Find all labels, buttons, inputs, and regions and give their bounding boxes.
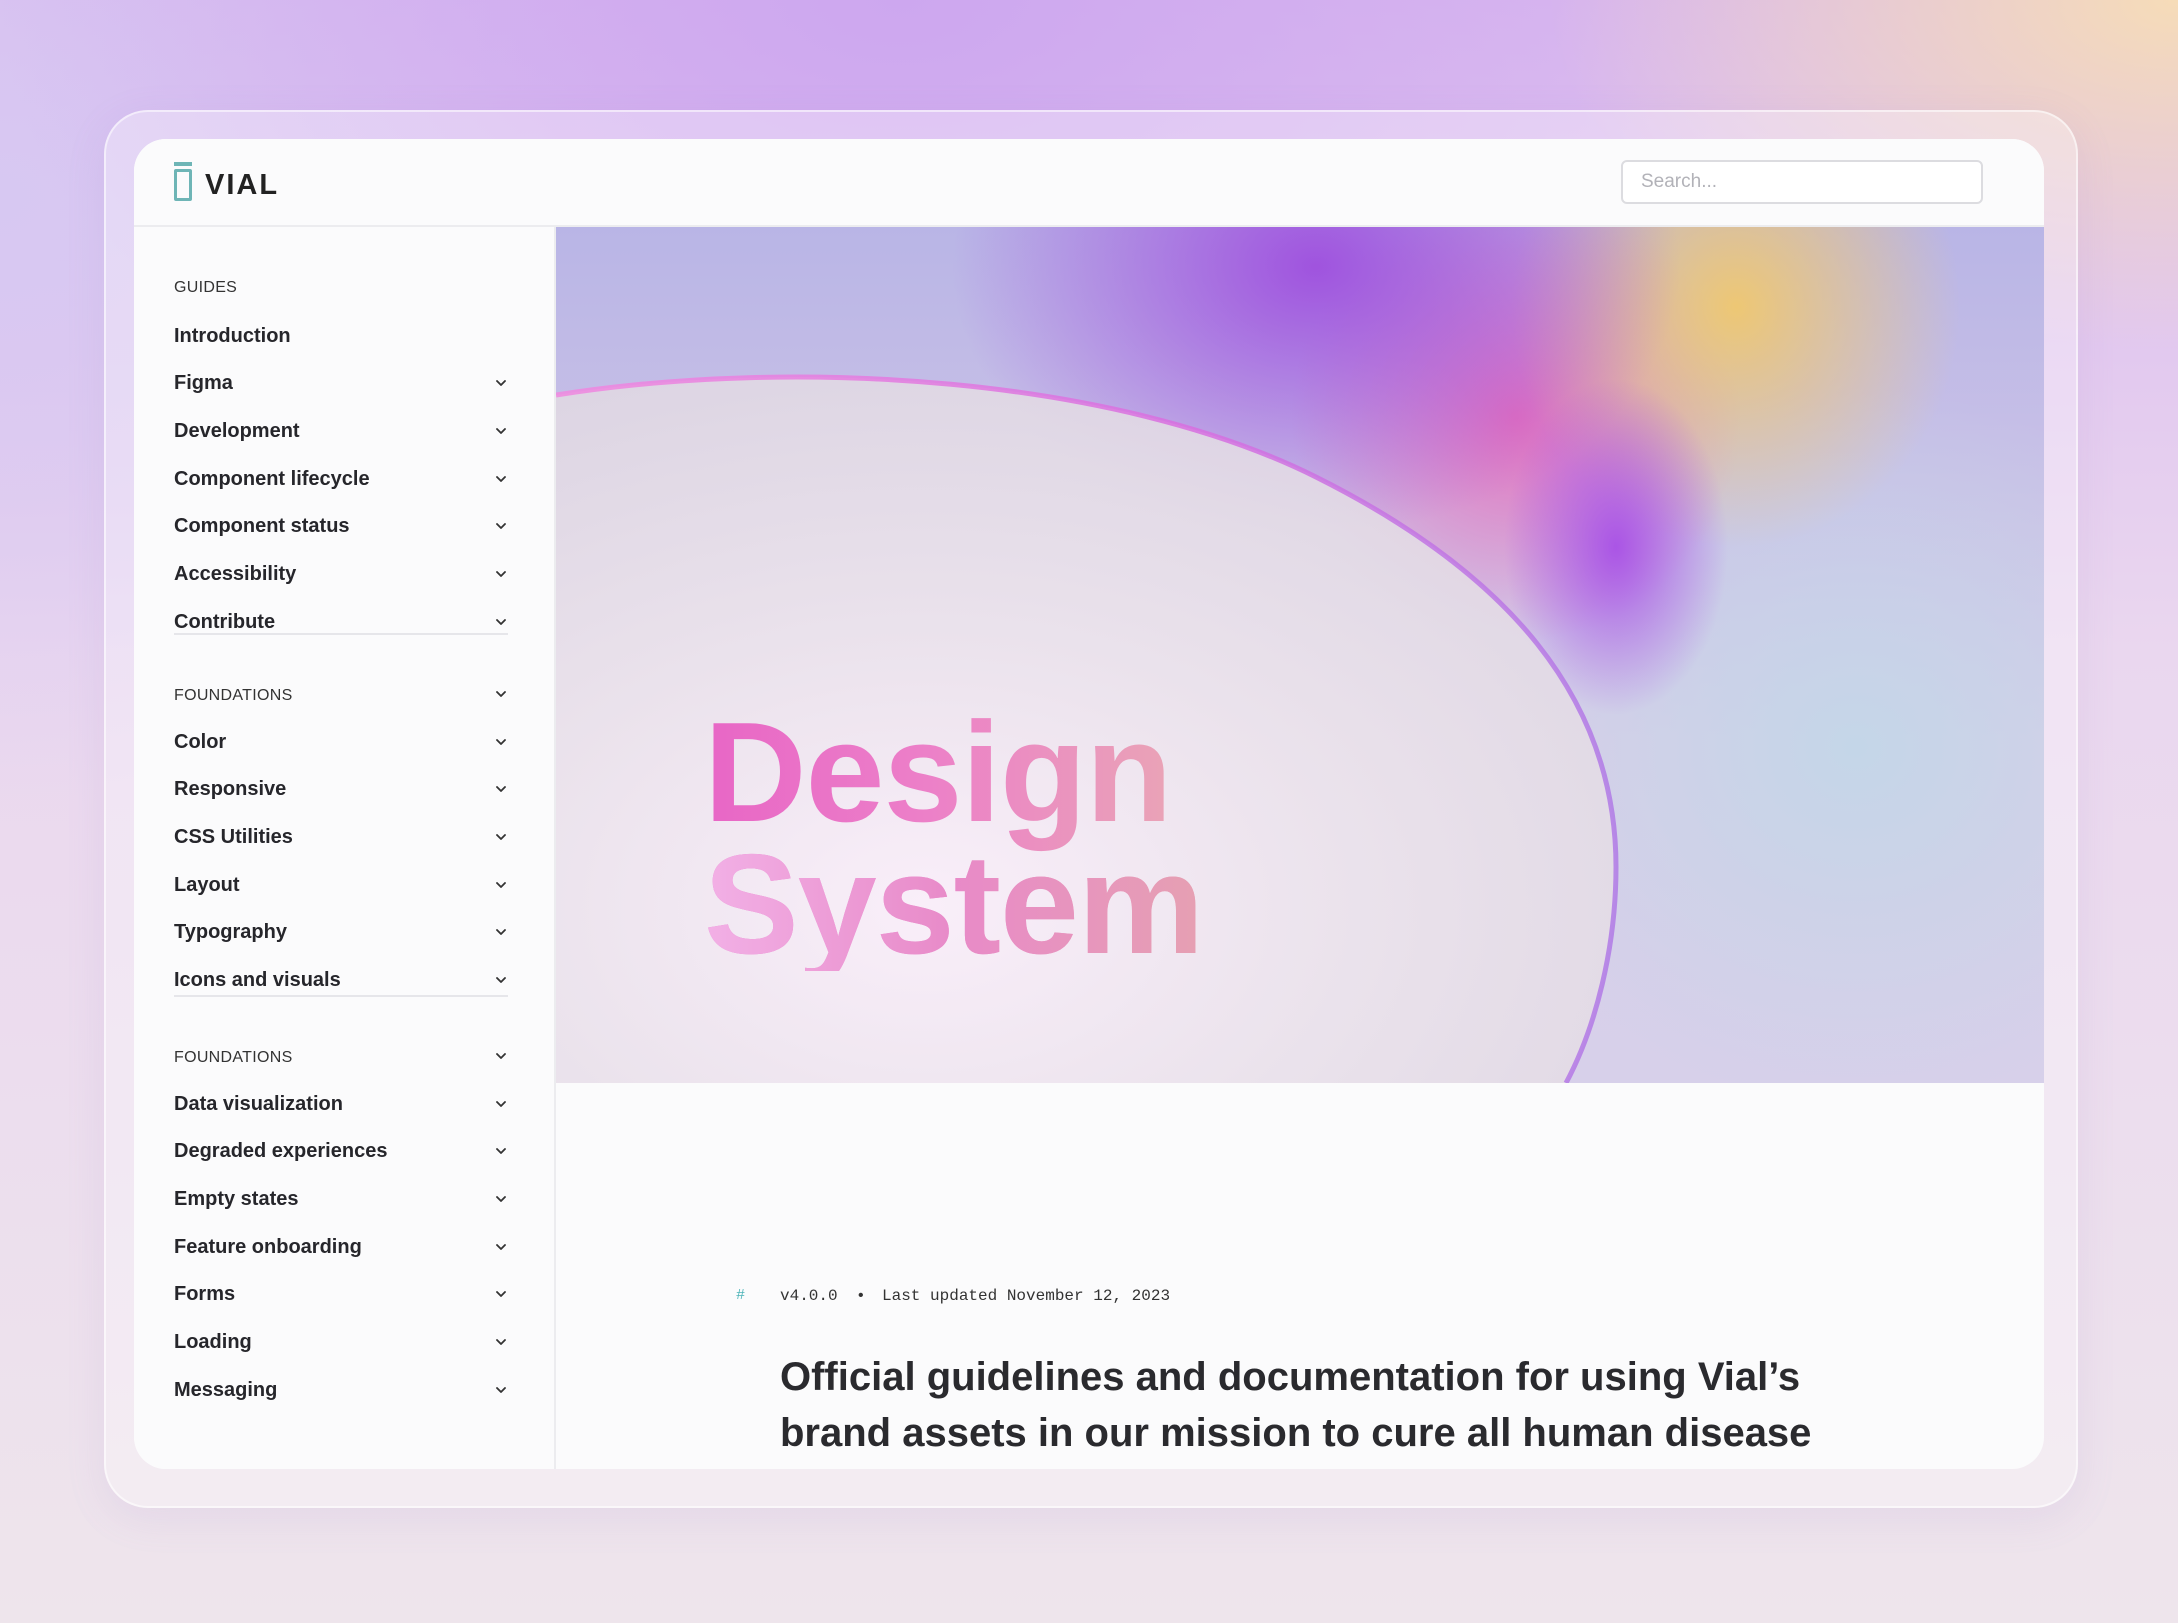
chevron-down-icon[interactable] [494,520,508,534]
sidebar-section-heading[interactable]: FOUNDATIONS [174,1049,508,1067]
chevron-down-icon[interactable] [494,735,508,749]
sidebar-item-feature-onboarding[interactable]: Feature onboarding [174,1230,508,1264]
hero-title-line2: System [704,825,1204,984]
app-window: VIAL GUIDES Introduction Figma Development C… [134,139,2044,1469]
hero-title-line1: Design [704,693,1172,852]
chevron-down-icon[interactable] [494,615,508,629]
sidebar-item-typography[interactable]: Typography [174,916,508,950]
sidebar: GUIDES Introduction Figma Development Compon… [134,227,556,1469]
sidebar-item-label: Empty states [174,1187,299,1210]
chevron-down-icon[interactable] [494,1097,508,1111]
sidebar-item-label: Component lifecycle [174,467,370,490]
sidebar-item-figma[interactable]: Figma [174,367,508,401]
sidebar-item-responsive[interactable]: Responsive [174,773,508,807]
sidebar-item-css-utilities[interactable]: CSS Utilities [174,820,508,854]
sidebar-item-label: Component status [174,515,350,538]
hero-banner: Design System [556,227,2044,1083]
sidebar-item-data-visualization[interactable]: Data visualization [174,1087,508,1121]
section-heading-label: GUIDES [174,279,238,296]
sidebar-item-label: Color [174,730,227,753]
last-updated: Last updated November 12, 2023 [882,1287,1171,1305]
sidebar-item-label: Icons and visuals [174,969,341,991]
chevron-down-icon[interactable] [494,1383,508,1397]
section-heading-label: FOUNDATIONS [174,687,293,704]
hero-title: Design System [704,693,1204,984]
sidebar-item-loading[interactable]: Loading [174,1326,508,1360]
chevron-down-icon [494,687,508,701]
sidebar-item-label: Contribute [174,610,276,633]
chevron-down-icon [494,1049,508,1063]
sidebar-item-label: Introduction [174,324,291,347]
sidebar-item-label: Responsive [174,778,287,801]
brand-name: VIAL [205,168,280,201]
sidebar-item-degraded-experiences[interactable]: Degraded experiences [174,1135,508,1169]
chevron-down-icon[interactable] [494,830,508,844]
sidebar-item-label: Figma [174,372,233,395]
sidebar-item-introduction[interactable]: Introduction [174,319,508,353]
chevron-down-icon[interactable] [494,472,508,486]
logo[interactable]: VIAL [174,162,280,205]
sidebar-divider [174,995,508,997]
vial-logo-icon [174,162,192,201]
chevron-down-icon[interactable] [494,377,508,391]
chevron-down-icon[interactable] [494,1288,508,1302]
chevron-down-icon[interactable] [494,926,508,940]
intro-paragraph: Official guidelines and documentation fo… [780,1355,1812,1469]
chevron-down-icon[interactable] [494,1192,508,1206]
sidebar-item-messaging[interactable]: Messaging [174,1373,508,1407]
version-label: v4.0.0 [780,1287,838,1305]
anchor-hash-icon[interactable]: # [736,1287,745,1304]
sidebar-item-empty-states[interactable]: Empty states [174,1182,508,1216]
chevron-down-icon[interactable] [494,568,508,582]
chevron-down-icon[interactable] [494,878,508,892]
chevron-down-icon[interactable] [494,974,508,988]
sidebar-item-label: Feature onboarding [174,1235,362,1258]
sidebar-item-label: Typography [174,921,287,944]
sidebar-item-accessibility[interactable]: Accessibility [174,558,508,592]
sidebar-item-label: Development [174,419,300,442]
sidebar-item-label: Messaging [174,1378,278,1401]
sidebar-divider [174,633,508,635]
search-input[interactable] [1621,160,1983,204]
sidebar-item-label: Accessibility [174,563,297,585]
sidebar-section-heading[interactable]: FOUNDATIONS [174,687,508,705]
section-heading-label: FOUNDATIONS [174,1049,293,1066]
chevron-down-icon[interactable] [494,1145,508,1159]
chevron-down-icon[interactable] [494,1336,508,1350]
top-bar: VIAL [134,139,2044,227]
sidebar-item-label: Layout [174,873,240,896]
sidebar-item-label: CSS Utilities [174,825,293,848]
sidebar-item-forms[interactable]: Forms [174,1278,508,1312]
sidebar-item-layout[interactable]: Layout [174,868,508,902]
meta-separator: • [856,1287,866,1305]
sidebar-item-label: Data visualization [174,1092,343,1115]
sidebar-item-color[interactable]: Color [174,725,508,759]
chevron-down-icon[interactable] [494,783,508,797]
chevron-down-icon[interactable] [494,424,508,438]
sidebar-item-icons-and-visuals[interactable]: Icons and visuals [174,964,508,998]
sidebar-item-component-status[interactable]: Component status [174,510,508,544]
sidebar-item-development[interactable]: Development [174,414,508,448]
sidebar-item-label: Forms [174,1283,236,1306]
chevron-down-icon[interactable] [494,1240,508,1254]
sidebar-item-component-lifecycle[interactable]: Component lifecycle [174,462,508,496]
sidebar-section-heading: GUIDES [174,279,508,297]
sidebar-item-label: Degraded experiences [174,1140,388,1163]
sidebar-item-label: Loading [174,1331,252,1353]
